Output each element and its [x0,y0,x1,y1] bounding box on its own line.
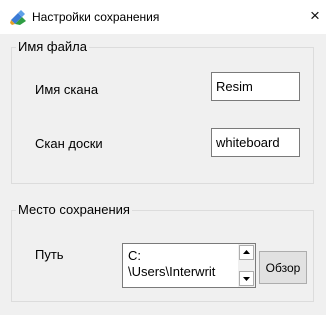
path-scrollbar[interactable] [238,244,255,287]
app-icon [10,10,26,25]
close-button[interactable]: × [304,4,326,28]
close-icon: × [310,6,320,25]
scroll-up-button[interactable] [239,245,254,260]
filename-group-label: Имя файла [16,39,89,55]
path-text: C: \Users\Interwrit [128,248,216,279]
arrow-down-icon [243,277,250,281]
filename-group [11,47,314,184]
board-scan-input[interactable] [211,128,300,157]
title-bar: Настройки сохранения × [0,0,326,34]
save-settings-dialog: Настройки сохранения × Имя файла Имя ска… [0,0,326,315]
scroll-down-button[interactable] [239,271,254,286]
path-label: Путь [35,247,64,262]
board-scan-label: Скан доски [35,136,103,151]
arrow-up-icon [243,250,250,254]
window-title: Настройки сохранения [32,10,160,24]
scan-name-input[interactable] [211,72,300,101]
path-textarea[interactable]: C: \Users\Interwrit [122,243,256,288]
save-location-group-label: Место сохранения [16,202,132,218]
browse-button[interactable]: Обзор [259,251,307,284]
scan-name-label: Имя скана [35,82,99,97]
dialog-content: Имя файла Имя скана Скан доски Место сох… [0,34,326,315]
